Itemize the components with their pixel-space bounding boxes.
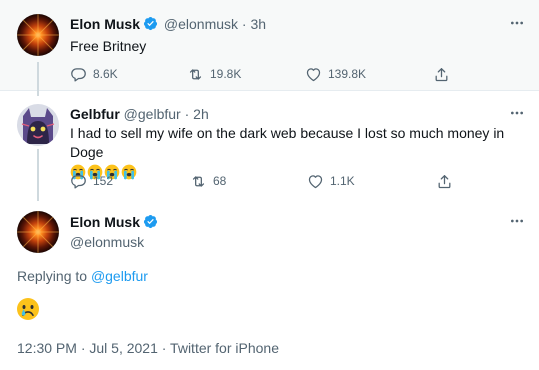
verified-badge-icon [143,214,158,229]
tweet-header: Gelbfur @gelbfur · 2h [70,105,209,123]
verified-badge-icon [143,16,158,31]
tweet-text-line: I had to sell my wife on the dark web be… [70,125,505,160]
more-options-icon[interactable] [509,105,525,121]
crying-face-emoji-icon [16,297,40,321]
reply-icon [70,173,87,190]
main-tweet-handle-row: @elonmusk [70,233,144,251]
like-count: 139.8K [328,67,367,81]
share-button[interactable] [436,172,453,190]
tweet-actions: 152 68 1.1K [70,172,470,190]
replying-to: Replying to @gelbfur [17,268,148,284]
more-options-icon[interactable] [509,15,525,31]
share-icon [433,66,450,83]
heart-icon [307,173,324,190]
more-options-icon[interactable] [509,213,525,229]
avatar-elon-musk[interactable] [17,14,59,56]
thread-connector-line [37,62,39,96]
retweet-icon [187,66,204,83]
tweet-text: Free Britney [70,38,147,54]
avatar-gelbfur[interactable] [17,104,59,146]
reply-button[interactable]: 8.6K [70,65,118,83]
like-button[interactable]: 1.1K [307,172,355,190]
tweet-time[interactable]: 2h [193,106,209,122]
tweet-actions: 8.6K 19.8K 139.8K [70,65,470,83]
reply-icon [70,66,87,83]
heart-icon [305,66,322,83]
retweet-count: 19.8K [210,67,242,81]
separator-dot: · [180,106,194,122]
like-button[interactable]: 139.8K [305,65,366,83]
tweet-timestamp[interactable]: 12:30 PM · Jul 5, 2021 · Twitter for iPh… [17,340,279,356]
main-tweet-name-row: Elon Musk [70,213,160,231]
share-icon [436,173,453,190]
user-handle[interactable]: @elonmusk [164,16,238,32]
retweet-button[interactable]: 19.8K [187,65,241,83]
user-handle[interactable]: @gelbfur [124,106,181,122]
reply-count: 152 [93,174,114,188]
tweet-header: Elon Musk @elonmusk · 3h [70,15,266,33]
display-name[interactable]: Elon Musk [70,214,140,230]
display-name[interactable]: Elon Musk [70,16,140,32]
user-handle[interactable]: @elonmusk [70,234,144,250]
like-count: 1.1K [330,174,355,188]
thread-connector-line [37,149,39,201]
display-name[interactable]: Gelbfur [70,106,120,122]
avatar-elon-musk[interactable] [17,211,59,253]
share-button[interactable] [433,65,450,83]
reply-button[interactable]: 152 [70,172,113,190]
retweet-icon [190,173,207,190]
retweet-count: 68 [213,174,227,188]
replying-to-label: Replying to [17,268,88,284]
tweet-time[interactable]: 3h [251,16,267,32]
replying-to-link[interactable]: @gelbfur [91,268,148,284]
separator-dot: · [238,16,251,32]
retweet-button[interactable]: 68 [190,172,226,190]
reply-count: 8.6K [93,67,118,81]
